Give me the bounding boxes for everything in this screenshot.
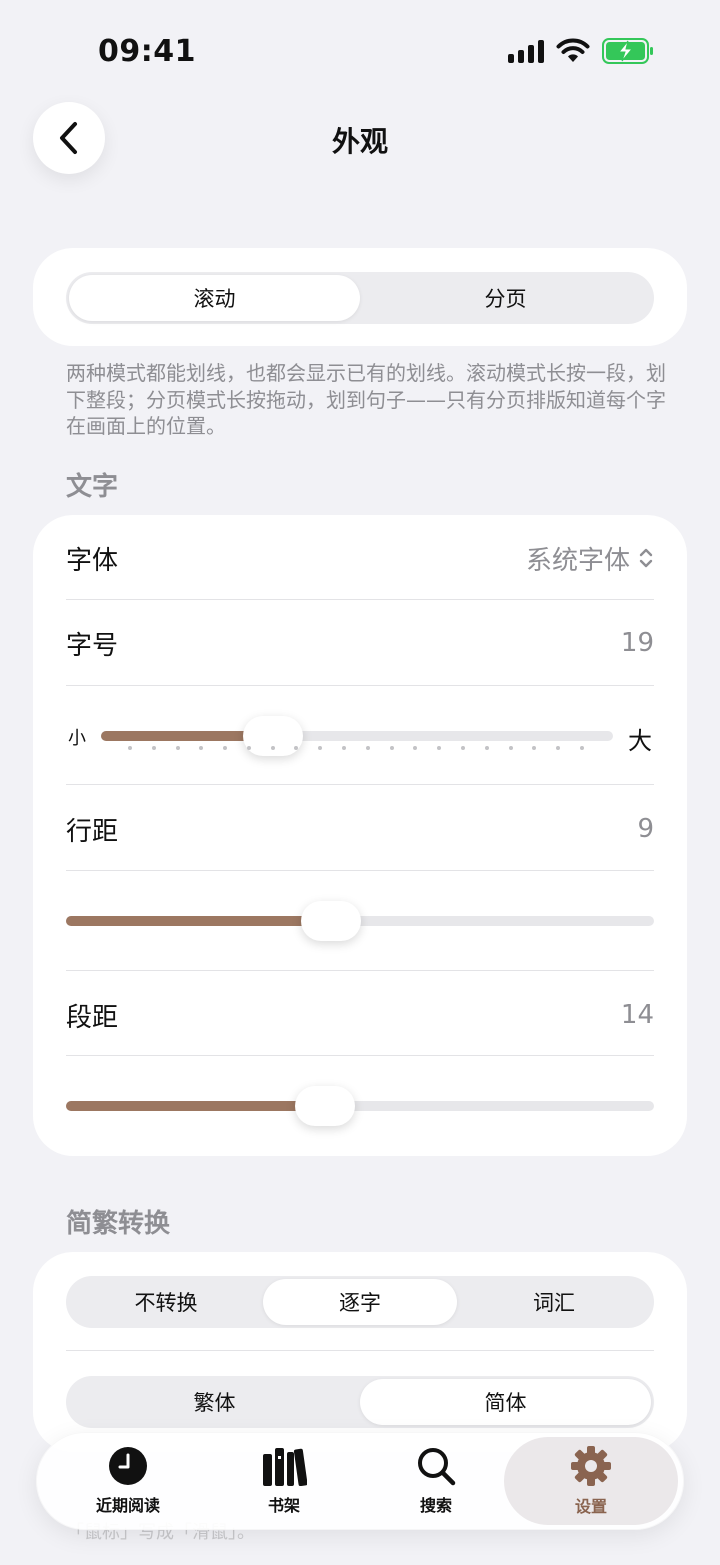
font-size-row: 字号 19 <box>66 600 654 686</box>
tab-bookshelf-label: 书架 <box>267 1496 300 1515</box>
mode-option-scroll[interactable]: 滚动 <box>69 275 360 321</box>
chevron-up-down-icon <box>639 548 653 568</box>
clock-icon <box>109 1447 147 1485</box>
cellular-signal-icon <box>508 39 544 63</box>
font-size-ticks <box>128 746 584 750</box>
tab-search[interactable]: 搜索 <box>388 1432 484 1530</box>
page-title: 外观 <box>331 125 388 158</box>
font-size-value: 19 <box>620 628 654 658</box>
tab-recent[interactable]: 近期阅读 <box>80 1432 176 1530</box>
divider <box>66 1350 654 1351</box>
conversion-card: 不转换 逐字 词汇 繁体 简体 <box>33 1252 687 1452</box>
paragraph-spacing-slider-thumb[interactable] <box>295 1086 355 1126</box>
tab-bar: 近期阅读 书架 搜索 设置 <box>36 1432 684 1530</box>
font-value: 系统字体 <box>525 545 630 576</box>
conversion-mode-segmented-control: 不转换 逐字 词汇 <box>66 1276 654 1328</box>
tab-search-label: 搜索 <box>419 1496 452 1515</box>
books-icon <box>263 1448 307 1486</box>
font-label: 字体 <box>66 545 119 576</box>
status-icons <box>508 38 654 64</box>
font-size-label: 字号 <box>66 630 119 661</box>
line-spacing-value: 9 <box>637 814 654 844</box>
status-time: 09:41 <box>98 34 196 69</box>
mode-option-paged[interactable]: 分页 <box>360 275 651 321</box>
paragraph-spacing-row: 段距 14 <box>66 972 654 1058</box>
gear-icon <box>571 1446 611 1486</box>
conversion-option-char[interactable]: 逐字 <box>263 1279 457 1325</box>
script-segmented-control: 繁体 简体 <box>66 1376 654 1428</box>
reading-mode-segmented-control: 滚动 分页 <box>66 272 654 324</box>
font-size-min-label: 小 <box>68 728 86 749</box>
line-spacing-slider-fill <box>66 916 331 926</box>
tab-bookshelf[interactable]: 书架 <box>236 1432 332 1530</box>
search-icon <box>418 1448 456 1486</box>
script-option-simplified[interactable]: 简体 <box>360 1379 651 1425</box>
section-label-text: 文字 <box>66 472 119 502</box>
wifi-icon <box>556 38 590 62</box>
divider <box>66 870 654 871</box>
battery-charging-icon <box>602 38 653 64</box>
font-row[interactable]: 字体 系统字体 <box>66 515 654 601</box>
paragraph-spacing-slider-fill <box>66 1101 325 1111</box>
divider <box>66 685 654 686</box>
font-size-max-label: 大 <box>628 727 652 755</box>
script-option-traditional[interactable]: 繁体 <box>69 1379 360 1425</box>
tab-settings[interactable]: 设置 <box>543 1432 639 1530</box>
line-spacing-slider-thumb[interactable] <box>301 901 361 941</box>
conversion-option-none[interactable]: 不转换 <box>69 1279 263 1325</box>
line-spacing-slider[interactable] <box>66 901 654 941</box>
divider <box>66 784 654 785</box>
mode-description: 两种模式都能划线，也都会显示已有的划线。滚动模式长按一段，划下整段；分页模式长按… <box>66 361 666 438</box>
tab-settings-label: 设置 <box>574 1497 607 1516</box>
paragraph-spacing-slider[interactable] <box>66 1086 654 1126</box>
line-spacing-row: 行距 9 <box>66 786 654 872</box>
conversion-option-word[interactable]: 词汇 <box>457 1279 651 1325</box>
paragraph-spacing-value: 14 <box>620 1000 654 1030</box>
tab-recent-label: 近期阅读 <box>95 1496 160 1515</box>
text-settings-card: 字体 系统字体 字号 19 小 大 行距 9 段距 14 <box>33 515 687 1156</box>
font-picker[interactable]: 系统字体 <box>526 540 654 577</box>
status-bar: 09:41 <box>0 0 720 100</box>
divider <box>66 1055 654 1056</box>
font-size-slider[interactable] <box>101 716 613 756</box>
divider <box>66 970 654 971</box>
line-spacing-label: 行距 <box>66 816 119 847</box>
font-size-slider-thumb[interactable] <box>243 716 303 756</box>
reading-mode-card: 滚动 分页 <box>33 248 687 346</box>
paragraph-spacing-label: 段距 <box>66 1002 119 1033</box>
section-label-conversion: 简繁转换 <box>66 1209 171 1239</box>
